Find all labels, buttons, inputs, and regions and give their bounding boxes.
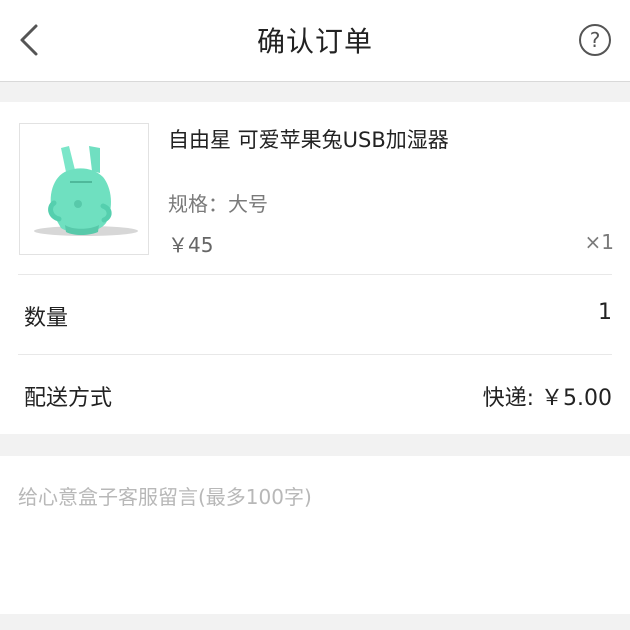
help-button[interactable]: ?: [578, 23, 612, 57]
product-price: ￥45: [168, 233, 214, 257]
question-circle-icon: ?: [579, 24, 611, 56]
rabbit-humidifier-image: [34, 146, 138, 236]
product-name: 自由星 可爱苹果兔USB加湿器: [168, 128, 449, 152]
page-title: 确认订单: [256, 25, 373, 58]
svg-text:?: ?: [590, 28, 601, 52]
customer-service-message-input[interactable]: [0, 456, 630, 614]
delivery-method-row[interactable]: 配送方式 快递: ￥5.00: [0, 354, 630, 434]
product-spec: 规格：大号: [168, 192, 268, 216]
delivery-method-value: 快递: ￥5.00: [482, 386, 612, 411]
quantity-label: 数量: [24, 306, 69, 331]
product-thumbnail: [19, 123, 149, 255]
top-nav-bar: 确认订单 ?: [0, 0, 630, 82]
quantity-value: 1: [598, 300, 612, 325]
quantity-row[interactable]: 数量 1: [0, 274, 630, 354]
message-section: [0, 456, 630, 614]
product-quantity-mark: ×1: [584, 230, 614, 254]
order-card: 自由星 可爱苹果兔USB加湿器 规格：大号 ￥45 ×1 数量 1 配送方式 快…: [0, 102, 630, 434]
delivery-method-label: 配送方式: [24, 386, 113, 411]
product-item[interactable]: 自由星 可爱苹果兔USB加湿器 规格：大号 ￥45 ×1: [0, 102, 630, 274]
